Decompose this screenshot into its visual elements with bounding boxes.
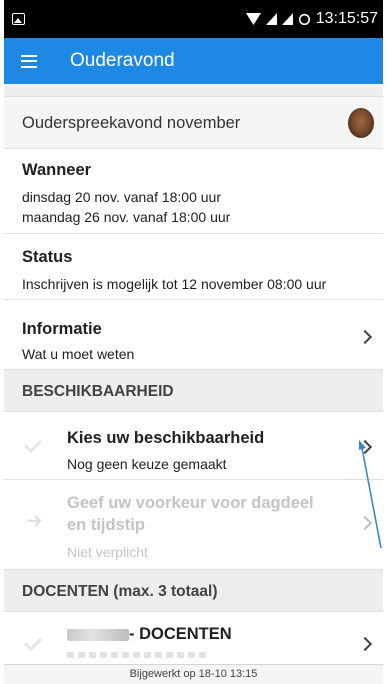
content-scroll[interactable]: Ouderspreekavond november Wanneer dinsda… bbox=[4, 84, 383, 664]
check-icon bbox=[23, 434, 43, 454]
choose-text: Nog geen keuze gemaakt bbox=[67, 456, 227, 472]
status-time: 13:15:57 bbox=[315, 10, 378, 27]
choose-heading: Kies uw beschikbaarheid bbox=[67, 429, 265, 447]
last-updated-footer: Bijgewerkt op 18-10 13:15 bbox=[4, 664, 383, 684]
when-line: dinsdag 20 nov. vanaf 18:00 uur bbox=[22, 189, 222, 205]
preference-text: Niet verplicht bbox=[67, 544, 148, 560]
info-heading: Informatie bbox=[22, 320, 102, 338]
status-heading: Status bbox=[22, 248, 73, 266]
annotation-arrow bbox=[359, 440, 382, 549]
teacher-subtext bbox=[67, 652, 207, 658]
teacher-row[interactable]: - DOCENTEN bbox=[4, 612, 383, 664]
status-text: Inschrijven is mogelijk tot 12 november … bbox=[22, 276, 327, 292]
choose-availability-row[interactable]: Kies uw beschikbaarheid Nog geen keuze g… bbox=[4, 412, 383, 480]
redacted-name bbox=[67, 628, 129, 641]
when-section: Wanneer dinsdag 20 nov. vanaf 18:00 uur … bbox=[4, 149, 383, 234]
arrow-right-icon: ➔ bbox=[26, 510, 43, 532]
event-header: Ouderspreekavond november bbox=[4, 96, 383, 149]
section-title: BESCHIKBAARHEID bbox=[22, 383, 174, 400]
signal-icon bbox=[281, 13, 293, 25]
chevron-right-icon bbox=[357, 636, 373, 652]
section-title: DOCENTEN (max. 3 totaal) bbox=[22, 583, 218, 600]
info-text: Wat u moet weten bbox=[22, 346, 135, 362]
status-bar: 13:15:57 bbox=[4, 0, 383, 38]
sync-icon bbox=[298, 13, 310, 25]
availability-section-header: BESCHIKBAARHEID bbox=[4, 370, 383, 412]
preference-heading-line: Geef uw voorkeur voor dagdeel bbox=[67, 494, 314, 512]
status-section: Status Inschrijven is mogelijk tot 12 no… bbox=[4, 234, 383, 300]
preference-row[interactable]: ➔ Geef uw voorkeur voor dagdeel en tijds… bbox=[4, 480, 383, 570]
app-title: Ouderavond bbox=[70, 50, 175, 71]
wifi-icon bbox=[245, 13, 261, 25]
event-title: Ouderspreekavond november bbox=[22, 114, 241, 132]
when-heading: Wanneer bbox=[22, 161, 92, 179]
hamburger-menu-icon[interactable] bbox=[21, 54, 37, 68]
phone-screen: 13:15:57 Ouderavond Ouderspreekavond nov… bbox=[4, 0, 383, 684]
signal-icon bbox=[265, 13, 277, 25]
teacher-label: - DOCENTEN bbox=[129, 625, 232, 643]
top-spacer bbox=[4, 84, 383, 96]
teachers-section-header: DOCENTEN (max. 3 totaal) bbox=[4, 570, 383, 612]
chevron-right-icon bbox=[357, 329, 373, 345]
when-line: maandag 26 nov. vanaf 18:00 uur bbox=[22, 209, 231, 225]
check-icon bbox=[23, 632, 43, 652]
info-row[interactable]: Informatie Wat u moet weten bbox=[4, 300, 383, 370]
app-bar: Ouderavond bbox=[4, 38, 383, 84]
preference-heading-line: en tijdstip bbox=[67, 516, 145, 534]
teacher-title: - DOCENTEN bbox=[67, 625, 232, 644]
avatar bbox=[348, 108, 374, 138]
image-icon bbox=[12, 13, 25, 25]
